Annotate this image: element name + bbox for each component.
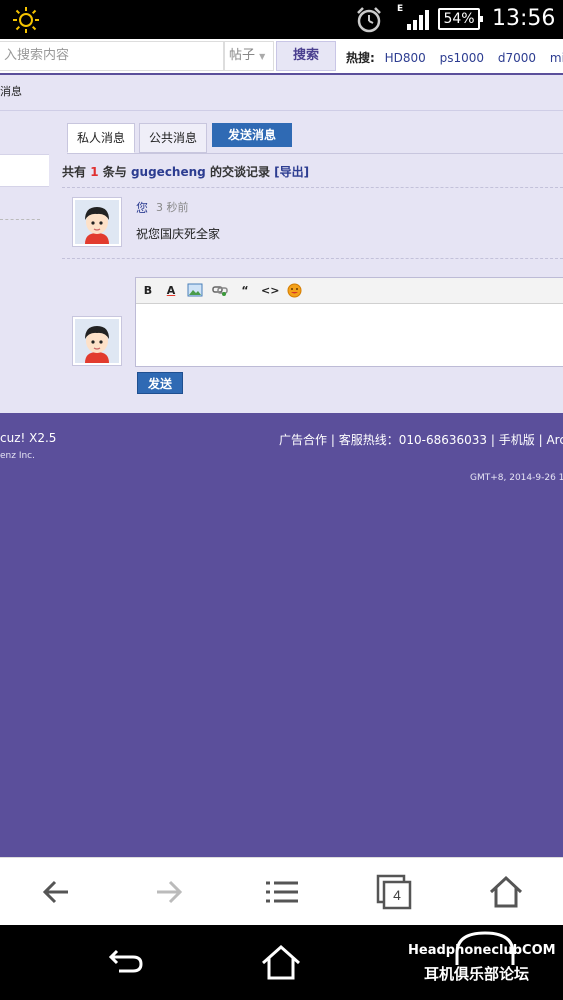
message-author[interactable]: 您 xyxy=(136,199,148,216)
message-content: 私人消息 公共消息 发送消息 共有 1 条与 gugecheng 的交谈记录 [… xyxy=(0,111,563,413)
footer-separator: | xyxy=(490,433,495,447)
quote-button[interactable]: “ xyxy=(237,283,253,299)
system-home-icon[interactable] xyxy=(260,943,302,981)
hot-search-link[interactable]: HD800 xyxy=(385,51,426,65)
chevron-down-icon: ▼ xyxy=(259,52,266,61)
submit-reply-button[interactable]: 发送 xyxy=(137,372,183,394)
search-bar: 入搜索内容 帖子 ▼ 搜索 热搜: HD800 ps1000 d7000 min… xyxy=(0,39,563,75)
browser-toolbar: 4 xyxy=(0,857,563,925)
reply-textarea[interactable] xyxy=(136,305,563,366)
clock: 13:56 xyxy=(492,6,556,31)
tab-public-messages[interactable]: 公共消息 xyxy=(139,123,207,153)
footer-company[interactable]: enz Inc. xyxy=(0,451,35,461)
avatar[interactable] xyxy=(72,316,122,366)
home-icon[interactable] xyxy=(488,874,524,910)
network-type: E xyxy=(397,4,404,14)
web-page: 入搜索内容 帖子 ▼ 搜索 热搜: HD800 ps1000 d7000 min… xyxy=(0,39,563,857)
left-sidebar xyxy=(0,111,49,413)
link-icon[interactable] xyxy=(212,283,228,299)
footer-link-archive[interactable]: Archi xyxy=(546,433,563,447)
watermark-cn: 耳机俱乐部论坛 xyxy=(424,965,530,983)
alarm-icon xyxy=(357,7,381,33)
sidebar-selected-item[interactable] xyxy=(0,154,49,187)
search-type-label: 帖子 xyxy=(229,48,256,63)
export-link[interactable]: [导出] xyxy=(274,165,309,179)
message-time: 3 秒前 xyxy=(156,201,189,214)
summary-prefix: 共有 xyxy=(62,165,87,179)
menu-icon[interactable] xyxy=(264,874,300,910)
signal-icon xyxy=(407,10,429,30)
footer-separator: | xyxy=(538,433,543,447)
footer-link-mobile[interactable]: 手机版 xyxy=(499,433,535,447)
send-message-button[interactable]: 发送消息 xyxy=(212,123,292,147)
watermark: HeadphoneclubCOM 耳机俱乐部论坛 xyxy=(408,943,556,983)
summary-suffix: 的交谈记录 xyxy=(209,165,270,179)
conversation-user-link[interactable]: gugecheng xyxy=(131,165,206,179)
system-navigation-bar: HeadphoneclubCOM 耳机俱乐部论坛 xyxy=(0,925,563,1000)
footer-separator: | xyxy=(330,433,335,447)
summary-middle: 条与 xyxy=(102,165,127,179)
brightness-icon xyxy=(13,7,39,33)
divider xyxy=(67,153,563,154)
message-count: 1 xyxy=(90,165,99,179)
tabs-icon[interactable]: 4 xyxy=(376,874,412,910)
tab-count: 4 xyxy=(393,887,401,903)
image-icon[interactable] xyxy=(187,283,203,299)
message-text: 祝您国庆死全家 xyxy=(136,227,221,241)
avatar-cartoon-icon xyxy=(75,319,119,363)
avatar[interactable] xyxy=(72,197,122,247)
hot-search-link[interactable]: ps1000 xyxy=(440,51,484,65)
search-type-select[interactable]: 帖子 ▼ xyxy=(224,41,274,71)
tab-private-messages[interactable]: 私人消息 xyxy=(67,123,135,153)
footer-brand[interactable]: cuz! X2.5 xyxy=(0,431,56,445)
footer-timestamp: GMT+8, 2014-9-26 13 xyxy=(470,473,563,483)
footer-link-ad[interactable]: 广告合作 xyxy=(279,433,327,447)
system-back-icon[interactable] xyxy=(105,943,145,979)
divider xyxy=(62,187,563,188)
hot-search-link[interactable]: d7000 xyxy=(498,51,536,65)
divider xyxy=(0,219,40,220)
reply-editor: B A “ <> xyxy=(135,277,563,367)
status-bar: E 54% 13:56 xyxy=(0,0,563,39)
footer-link-hotline[interactable]: 客服热线：010-68636033 xyxy=(339,433,487,447)
search-button[interactable]: 搜索 xyxy=(276,41,336,71)
code-button[interactable]: <> xyxy=(261,283,279,299)
breadcrumb: 消息 xyxy=(0,75,563,111)
breadcrumb-item[interactable]: 消息 xyxy=(0,85,22,98)
forward-icon[interactable] xyxy=(151,874,187,910)
watermark-en: HeadphoneclubCOM xyxy=(408,943,556,958)
hot-search: 热搜: HD800 ps1000 d7000 minidac xyxy=(346,49,563,66)
search-input[interactable]: 入搜索内容 xyxy=(0,41,224,71)
bold-button[interactable]: B xyxy=(140,283,156,299)
hot-search-link[interactable]: minidac xyxy=(550,51,563,65)
conversation-summary: 共有 1 条与 gugecheng 的交谈记录 [导出] xyxy=(62,163,309,180)
font-color-button[interactable]: A xyxy=(163,283,179,299)
battery-indicator: 54% xyxy=(438,8,483,30)
emoji-icon[interactable] xyxy=(286,283,302,299)
footer-links: 广告合作 | 客服热线：010-68636033 | 手机版 | Archi xyxy=(279,431,563,448)
divider xyxy=(62,258,563,259)
hot-search-label: 热搜: xyxy=(346,51,375,65)
back-icon[interactable] xyxy=(38,874,74,910)
editor-toolbar: B A “ <> xyxy=(136,278,563,304)
avatar-cartoon-icon xyxy=(75,200,119,244)
